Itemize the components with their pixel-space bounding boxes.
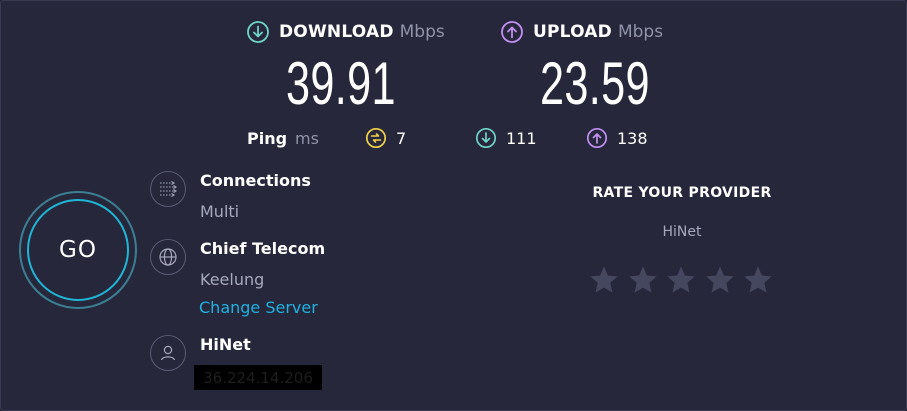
ping-label: Ping [247, 129, 288, 148]
download-header: DOWNLOAD Mbps [246, 19, 445, 45]
connections-title: Connections [200, 171, 311, 190]
ping-row: Ping ms 7 111 138 [247, 127, 667, 151]
upload-unit: Mbps [617, 22, 664, 42]
download-metric: DOWNLOAD Mbps 39.91 [246, 19, 445, 117]
upload-arrow-icon [501, 21, 523, 43]
connections-mode[interactable]: Multi [200, 202, 239, 221]
ping-idle: 7 [365, 127, 406, 149]
change-server-link[interactable]: Change Server [199, 298, 318, 317]
download-latency-icon [475, 127, 497, 149]
go-button-wrap: GO [19, 191, 137, 309]
jitter-icon [365, 127, 387, 149]
upload-metric: UPLOAD Mbps 23.59 [500, 19, 663, 117]
ip-address-redaction: 36.224.14.206 [194, 365, 322, 390]
rate-provider-title: RATE YOUR PROVIDER [592, 185, 772, 201]
star-icon-5[interactable] [742, 264, 774, 296]
speedtest-panel: DOWNLOAD Mbps 39.91 UPLOAD Mbps 23.59 Pi… [0, 0, 907, 411]
upload-latency-icon [586, 127, 608, 149]
star-icon-2[interactable] [627, 264, 659, 296]
user-icon [150, 335, 186, 371]
ping-upload-value: 138 [617, 128, 648, 148]
go-label: GO [59, 237, 97, 263]
star-icon-1[interactable] [588, 264, 620, 296]
upload-label: UPLOAD [533, 22, 612, 42]
server-name: Chief Telecom [200, 239, 326, 258]
go-button[interactable]: GO [27, 199, 129, 301]
download-unit: Mbps [399, 22, 445, 42]
download-label: DOWNLOAD [279, 22, 394, 42]
rating-stars [588, 264, 781, 296]
rate-provider-name: HiNet [662, 224, 702, 240]
download-arrow-icon [247, 21, 269, 43]
ping-download: 111 [475, 127, 537, 149]
ip-address: 36.224.14.206 [203, 368, 313, 387]
ping-idle-value: 7 [396, 128, 407, 148]
server-location: Keelung [200, 270, 265, 289]
star-icon-4[interactable] [704, 264, 736, 296]
ping-download-value: 111 [506, 128, 537, 148]
ping-unit: ms [295, 129, 319, 148]
connections-icon[interactable] [150, 171, 186, 207]
provider-name: HiNet [200, 335, 251, 354]
upload-header: UPLOAD Mbps [500, 19, 663, 45]
star-icon-3[interactable] [665, 264, 697, 296]
ping-upload: 138 [586, 127, 648, 149]
globe-icon [150, 239, 186, 275]
download-value: 39.91 [286, 50, 396, 117]
upload-value: 23.59 [540, 50, 650, 117]
